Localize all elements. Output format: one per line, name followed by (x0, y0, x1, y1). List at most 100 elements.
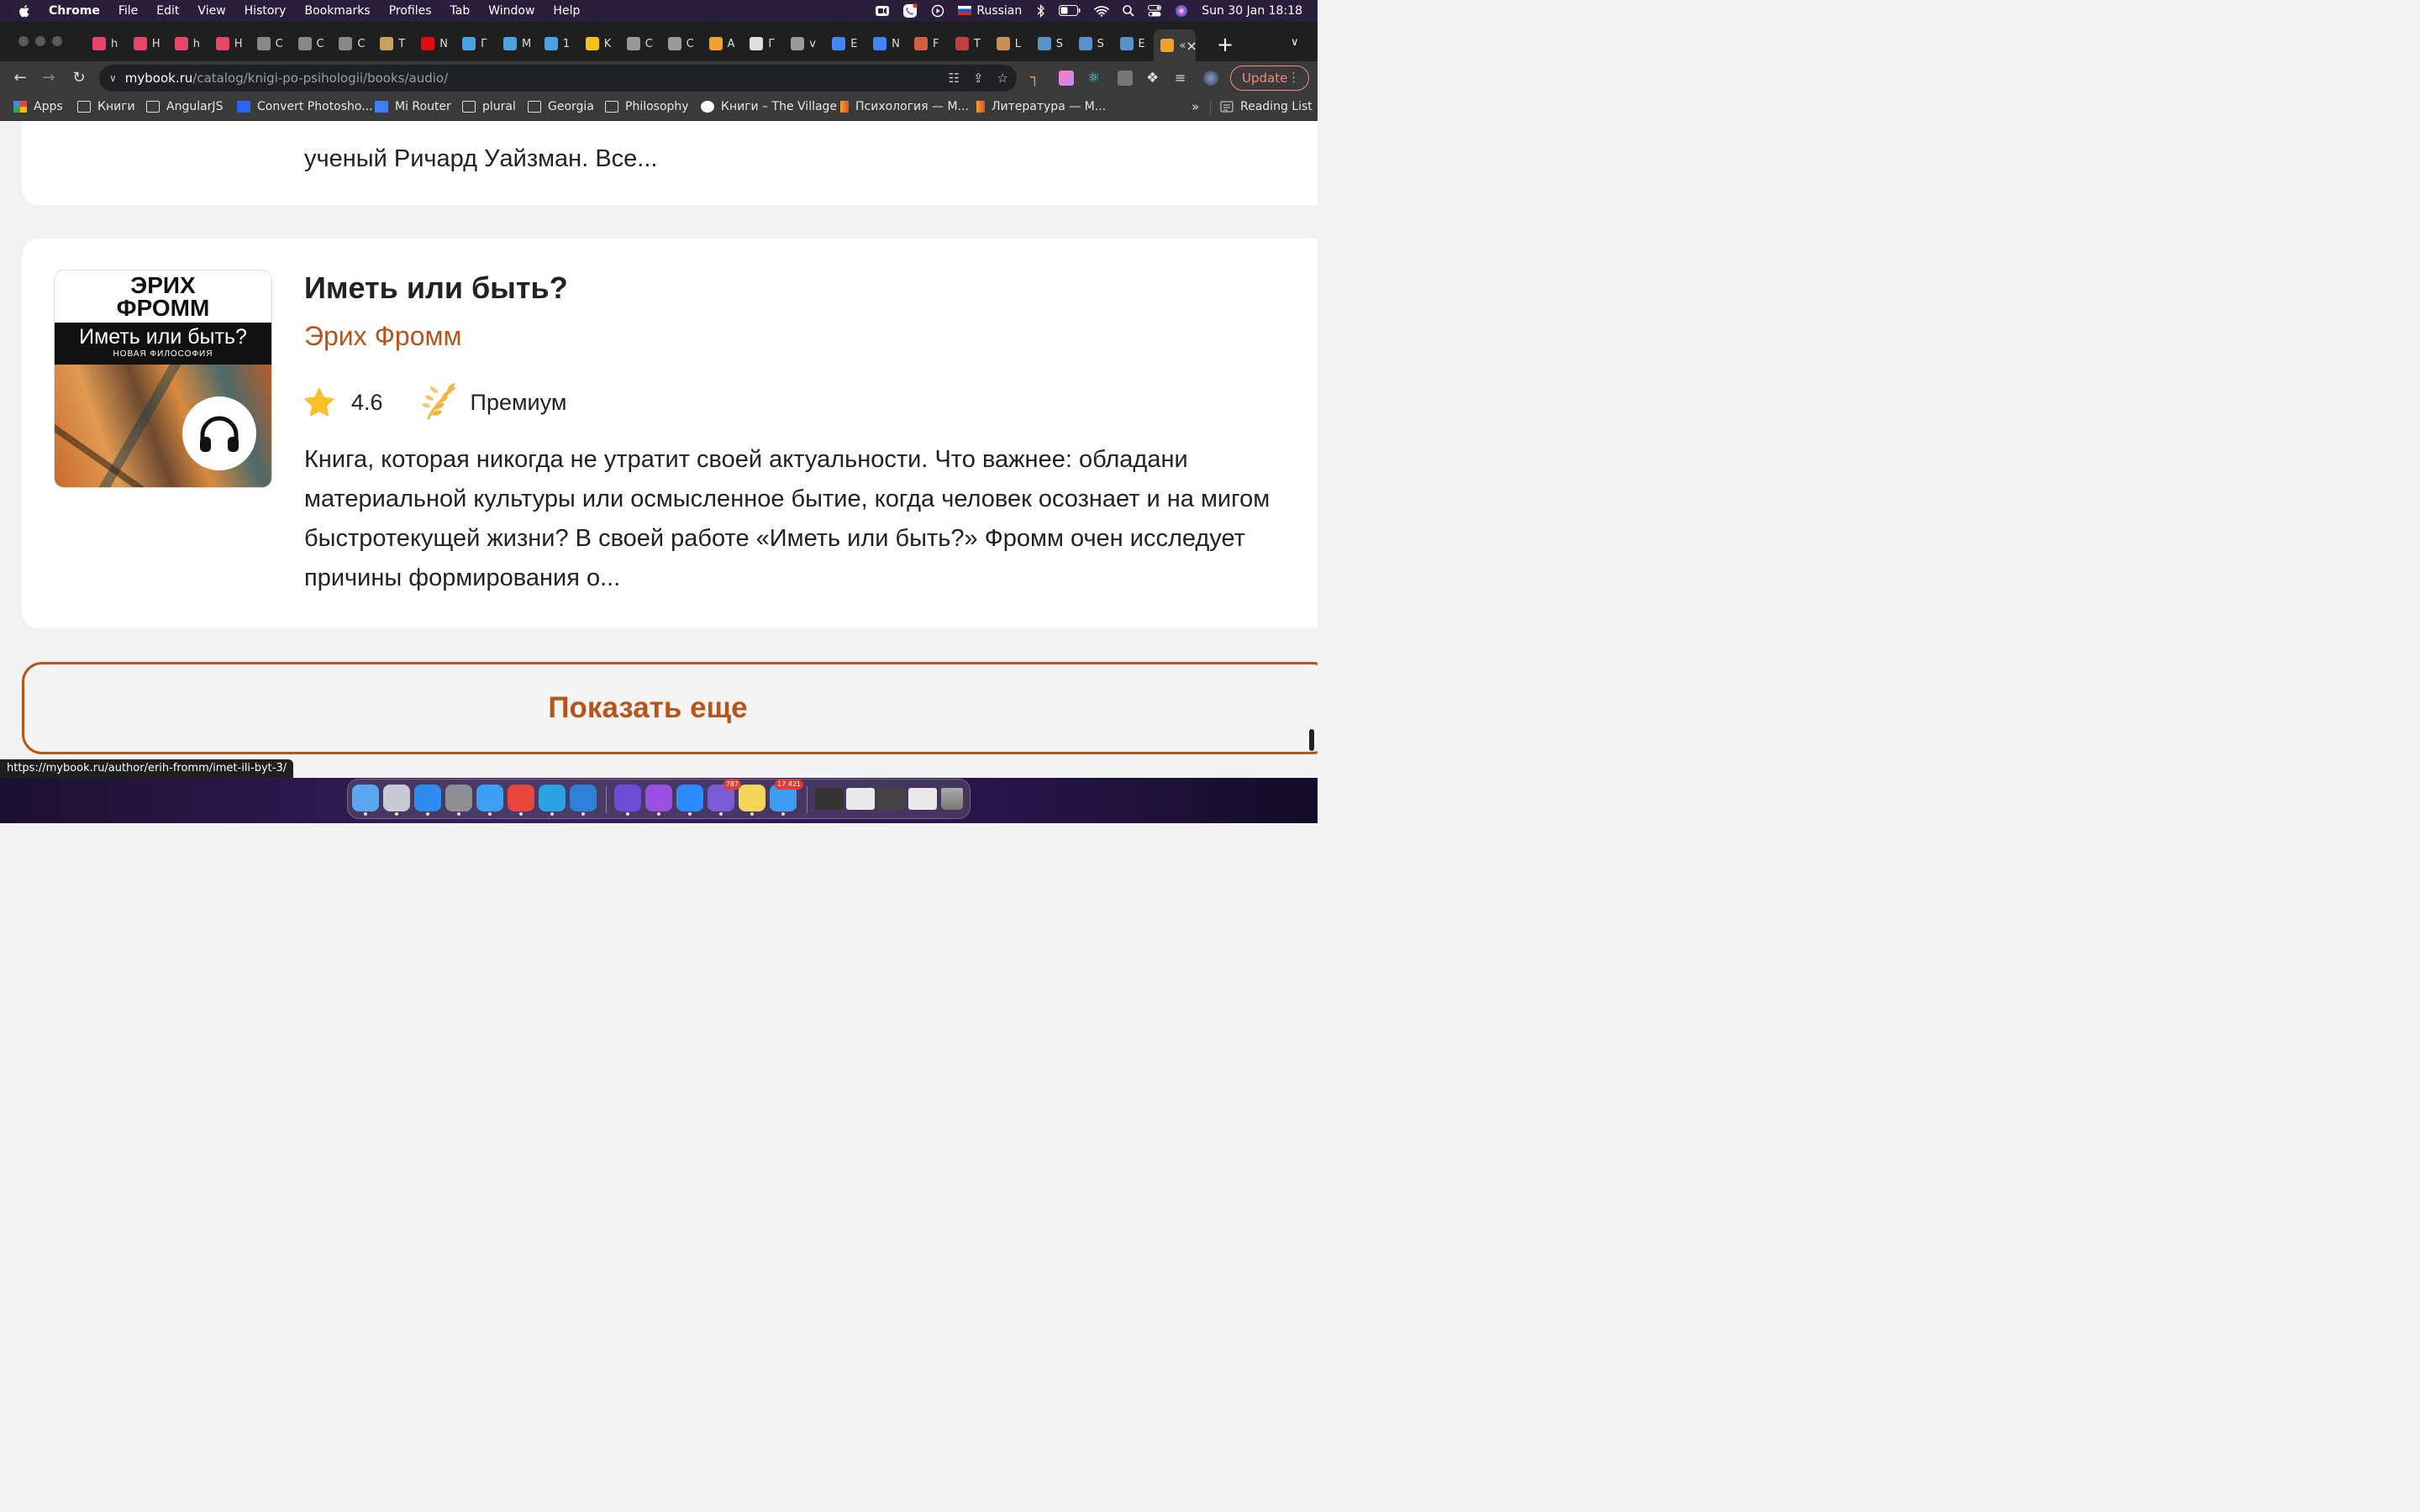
reading-list-button[interactable]: Reading List (1220, 100, 1313, 113)
zoom-icon[interactable] (676, 785, 703, 816)
viber-tray-icon[interactable] (902, 3, 918, 18)
camera-tray-icon[interactable] (876, 5, 890, 17)
input-language-menu[interactable]: Russian (958, 4, 1022, 18)
podcasts-icon[interactable] (645, 785, 672, 816)
extension-ruler-icon[interactable]: ┐ (1030, 71, 1045, 86)
safari-icon[interactable] (476, 785, 503, 816)
new-tab-button[interactable]: + (1217, 33, 1234, 56)
bookmark-item[interactable]: Mi Router (375, 100, 451, 113)
menu-file[interactable]: File (118, 4, 138, 18)
tab[interactable]: h (86, 31, 126, 56)
wifi-tray-icon[interactable] (1094, 5, 1110, 17)
mail-icon[interactable]: 17 421 (770, 780, 803, 816)
book-author-link[interactable]: Эрих Фромм (304, 321, 461, 352)
bookmark-item[interactable]: Convert Photosho... (237, 100, 373, 113)
bookmark-item[interactable]: Психология — M... (840, 100, 969, 113)
forward-arrow-icon[interactable]: → (40, 70, 57, 87)
window-close-button[interactable] (18, 36, 29, 46)
dock-minimized-window[interactable] (846, 788, 875, 810)
tab[interactable]: A (702, 31, 743, 56)
translate-icon[interactable]: ☷ (949, 71, 960, 86)
bookmark-item[interactable]: plural (462, 100, 516, 113)
spotlight-search-icon[interactable] (1123, 4, 1134, 17)
viber-icon[interactable]: 787 (708, 780, 741, 816)
bookmark-item[interactable]: Apps (13, 100, 63, 113)
system-preferences-icon[interactable] (445, 785, 472, 816)
window-zoom-button[interactable] (52, 36, 62, 46)
launchpad-icon[interactable] (383, 785, 410, 816)
bookmark-star-icon[interactable]: ☆ (997, 71, 1008, 86)
tab-search-chevron-icon[interactable]: ∨ (1291, 36, 1299, 49)
vscode-icon[interactable] (570, 785, 597, 816)
notes-icon[interactable] (739, 785, 765, 816)
dock-minimized-window[interactable] (877, 788, 906, 810)
media-play-tray-icon[interactable] (931, 4, 944, 18)
share-icon[interactable]: ⇪ (973, 71, 984, 86)
tab[interactable]: H (209, 31, 250, 56)
tab[interactable]: T (949, 31, 989, 56)
tab[interactable]: N (866, 31, 907, 56)
tab[interactable]: C (250, 31, 291, 56)
menu-tab[interactable]: Tab (450, 4, 471, 18)
tab[interactable]: H (127, 31, 167, 56)
tab[interactable]: C (661, 31, 702, 56)
bookmark-item[interactable]: AngularJS (146, 100, 223, 113)
back-arrow-icon[interactable]: ← (12, 70, 29, 87)
tab[interactable]: E (825, 31, 865, 56)
chrome-menu-icon[interactable]: ⋮ (1287, 70, 1300, 85)
bookmark-item[interactable]: Книги – The Village (701, 100, 837, 113)
menu-view[interactable]: View (197, 4, 225, 18)
control-center-icon[interactable] (1148, 4, 1162, 17)
siri-icon[interactable] (1175, 4, 1188, 18)
tab[interactable]: E (1113, 31, 1154, 56)
bookmarks-overflow-button[interactable]: » (1192, 99, 1199, 114)
tab[interactable]: v (784, 31, 824, 56)
book-card[interactable]: ЭРИХ ФРОММ Иметь или быть? НОВАЯ ФИЛОСОФ… (22, 239, 1318, 628)
menu-window[interactable]: Window (488, 4, 534, 18)
trash-icon[interactable] (941, 788, 963, 810)
extension-gradient-icon[interactable] (1059, 71, 1074, 86)
app-store-icon[interactable] (414, 785, 441, 816)
apple-logo-icon[interactable] (17, 3, 32, 18)
book-cover[interactable]: ЭРИХ ФРОММ Иметь или быть? НОВАЯ ФИЛОСОФ… (54, 270, 272, 488)
extensions-puzzle-icon[interactable]: ❖ (1146, 71, 1161, 86)
tab[interactable]: h (168, 31, 208, 56)
menu-profiles[interactable]: Profiles (389, 4, 432, 18)
tab[interactable]: M (497, 31, 537, 56)
tab[interactable]: S (1072, 31, 1113, 56)
previous-book-card[interactable]: ученый Ричард Уайзман. Все... (22, 121, 1318, 205)
menu-help[interactable]: Help (553, 4, 580, 18)
menu-app-name[interactable]: Chrome (49, 4, 100, 18)
tab[interactable]: L (990, 31, 1030, 56)
tab[interactable]: F (908, 31, 948, 56)
battery-tray-icon[interactable] (1059, 5, 1081, 16)
menu-bookmarks[interactable]: Bookmarks (304, 4, 370, 18)
extension-grey-icon[interactable] (1118, 71, 1133, 86)
tab[interactable]: 1 (538, 31, 578, 56)
profile-avatar[interactable] (1203, 71, 1218, 86)
tab[interactable]: T (373, 31, 413, 56)
menu-edit[interactable]: Edit (156, 4, 179, 18)
tab[interactable]: Г (743, 31, 783, 56)
tab[interactable]: C (620, 31, 660, 56)
tab[interactable]: K (579, 31, 619, 56)
reload-icon[interactable]: ↻ (71, 70, 87, 87)
site-info-chevron-icon[interactable]: ∨ (109, 72, 117, 84)
react-devtools-icon[interactable]: ⚛ (1087, 71, 1102, 86)
bluetooth-tray-icon[interactable] (1037, 3, 1045, 18)
address-bar[interactable]: ∨ mybook.ru/catalog/knigi-po-psihologii/… (99, 65, 1017, 92)
menu-history[interactable]: History (245, 4, 287, 18)
update-button[interactable]: Update ⋮ (1230, 66, 1309, 91)
bookmark-item[interactable]: Литература — M... (976, 100, 1106, 113)
telegram-icon[interactable] (539, 785, 566, 816)
imovie-icon[interactable] (614, 785, 641, 816)
show-more-button[interactable]: Показать еще (22, 662, 1318, 754)
tab[interactable]: N (414, 31, 455, 56)
dock-minimized-window[interactable] (815, 788, 844, 810)
media-controls-icon[interactable]: ≡ (1175, 71, 1190, 86)
tab[interactable]: C (292, 31, 332, 56)
bookmark-item[interactable]: Книги (77, 100, 135, 113)
window-minimize-button[interactable] (35, 36, 45, 46)
bookmark-item[interactable]: Philosophy (605, 100, 689, 113)
tab[interactable]: C (332, 31, 372, 56)
